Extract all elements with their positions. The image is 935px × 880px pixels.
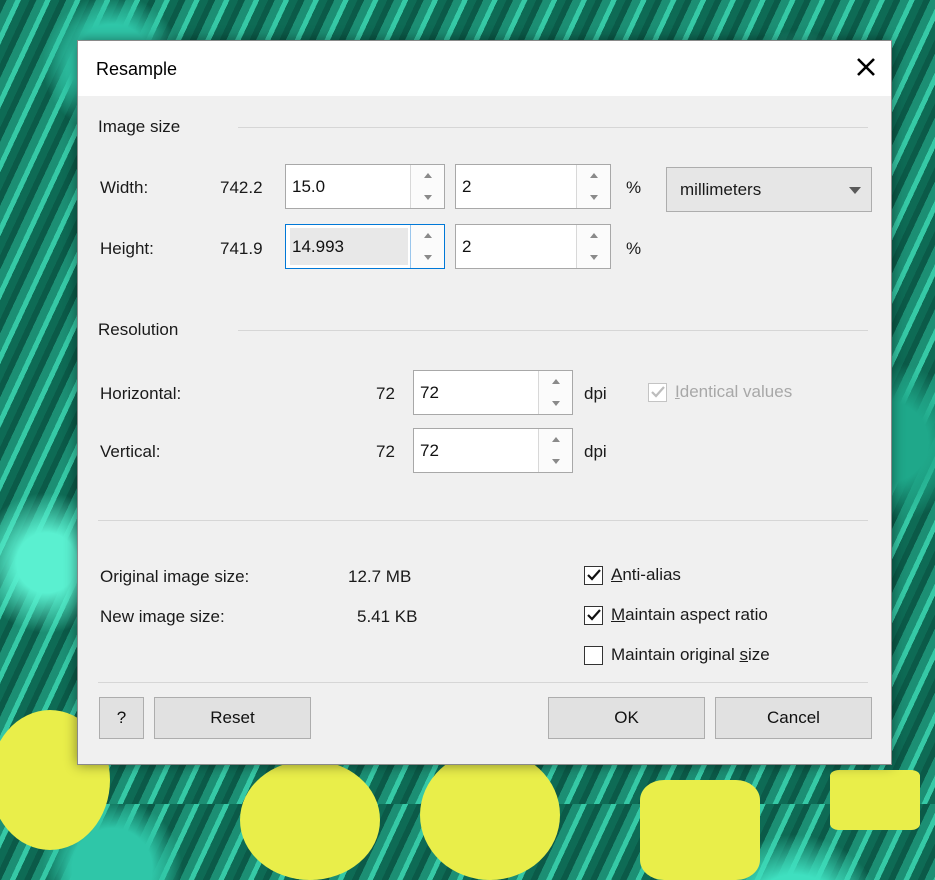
width-percent-decrement-button[interactable] xyxy=(577,187,610,209)
vertical-dpi-unit: dpi xyxy=(584,442,607,461)
chevron-up-icon xyxy=(423,233,432,239)
chevron-up-icon xyxy=(551,437,560,443)
vertical-increment-button[interactable] xyxy=(539,429,572,451)
close-button[interactable] xyxy=(843,45,889,89)
background-yellow-shape xyxy=(420,750,560,880)
resample-dialog: Resample Image size Width: 742.2 15.0 2 … xyxy=(77,40,892,765)
resolution-divider xyxy=(238,330,868,331)
cancel-button[interactable]: Cancel xyxy=(715,697,872,739)
width-label: Width: xyxy=(100,178,149,197)
checkmark-icon xyxy=(650,386,665,398)
width-percent-spin-buttons xyxy=(576,165,610,208)
chevron-down-icon xyxy=(551,400,560,406)
width-decrement-button[interactable] xyxy=(411,187,444,209)
height-input[interactable] xyxy=(286,225,408,268)
help-button[interactable]: ? xyxy=(99,697,144,739)
vertical-dpi-input[interactable] xyxy=(414,429,536,472)
checkmark-icon xyxy=(586,569,601,581)
horizontal-dpi-input[interactable] xyxy=(414,371,536,414)
width-original-value: 742.2 xyxy=(220,178,263,197)
horizontal-decrement-button[interactable] xyxy=(539,393,572,415)
identical-values-checkbox[interactable]: Identical values xyxy=(648,382,792,402)
chevron-up-icon xyxy=(589,233,598,239)
horizontal-increment-button[interactable] xyxy=(539,371,572,393)
ok-button[interactable]: OK xyxy=(548,697,705,739)
title-bar: Resample xyxy=(78,41,891,96)
height-percent-unit: % xyxy=(626,239,642,258)
height-percent-spinbox[interactable] xyxy=(455,224,611,269)
height-original-value: 741.9 xyxy=(220,239,263,258)
reset-button[interactable]: Reset xyxy=(154,697,311,739)
identical-values-box xyxy=(648,382,667,402)
chevron-down-icon xyxy=(589,254,598,260)
image-size-divider xyxy=(238,127,868,128)
chevron-up-icon xyxy=(551,379,560,385)
width-percent-spinbox[interactable] xyxy=(455,164,611,209)
resolution-section-label: Resolution xyxy=(98,320,179,339)
anti-alias-box xyxy=(584,565,603,585)
height-spin-buttons xyxy=(410,225,444,268)
width-percent-unit: % xyxy=(626,178,642,197)
dropdown-arrow-icon xyxy=(849,187,861,194)
background-yellow-shape xyxy=(240,760,380,880)
horizontal-label: Horizontal: xyxy=(100,384,182,403)
vertical-label: Vertical: xyxy=(100,442,161,461)
maintain-original-size-checkbox[interactable]: Maintain original size xyxy=(584,645,770,665)
original-size-value: 12.7 MB xyxy=(348,567,412,586)
horizontal-dpi-unit: dpi xyxy=(584,384,607,403)
chevron-up-icon xyxy=(423,173,432,179)
maintain-aspect-ratio-checkbox[interactable]: Maintain aspect ratio xyxy=(584,605,768,625)
width-percent-increment-button[interactable] xyxy=(577,165,610,187)
maintain-aspect-ratio-label: Maintain aspect ratio xyxy=(611,605,768,624)
width-spin-buttons xyxy=(410,165,444,208)
checkmark-icon xyxy=(586,609,601,621)
height-percent-decrement-button[interactable] xyxy=(577,247,610,269)
width-spinbox[interactable] xyxy=(285,164,445,209)
horizontal-original-value: 72 xyxy=(376,384,395,403)
height-decrement-button[interactable] xyxy=(411,247,444,269)
width-input[interactable] xyxy=(286,165,408,208)
new-size-label: New image size: xyxy=(100,607,225,626)
units-dropdown-value: millimeters xyxy=(680,179,762,199)
chevron-down-icon xyxy=(589,194,598,200)
maintain-original-size-box xyxy=(584,645,603,665)
buttons-divider xyxy=(98,682,868,683)
maintain-aspect-ratio-box xyxy=(584,605,603,625)
height-increment-button[interactable] xyxy=(411,225,444,247)
units-dropdown[interactable]: millimeters xyxy=(666,167,872,212)
width-percent-input[interactable] xyxy=(456,165,574,208)
original-size-label: Original image size: xyxy=(100,567,250,586)
height-spinbox[interactable] xyxy=(285,224,445,269)
horizontal-spin-buttons xyxy=(538,371,572,414)
vertical-original-value: 72 xyxy=(376,442,395,461)
height-percent-input[interactable] xyxy=(456,225,574,268)
image-size-section-label: Image size xyxy=(98,117,181,136)
width-increment-button[interactable] xyxy=(411,165,444,187)
chevron-down-icon xyxy=(423,194,432,200)
chevron-up-icon xyxy=(589,173,598,179)
chevron-down-icon xyxy=(551,458,560,464)
background-yellow-shape xyxy=(640,780,760,880)
background-yellow-shape xyxy=(830,770,920,830)
vertical-decrement-button[interactable] xyxy=(539,451,572,473)
horizontal-dpi-spinbox[interactable] xyxy=(413,370,573,415)
height-label: Height: xyxy=(100,239,154,258)
identical-values-label: Identical values xyxy=(675,382,793,401)
summary-divider xyxy=(98,520,868,521)
vertical-spin-buttons xyxy=(538,429,572,472)
height-percent-increment-button[interactable] xyxy=(577,225,610,247)
dialog-title: Resample xyxy=(96,59,178,79)
maintain-original-size-label: Maintain original size xyxy=(611,645,770,664)
anti-alias-label: Anti-alias xyxy=(611,565,681,584)
new-size-value: 5.41 KB xyxy=(357,607,418,626)
anti-alias-checkbox[interactable]: Anti-alias xyxy=(584,565,681,585)
height-percent-spin-buttons xyxy=(576,225,610,268)
vertical-dpi-spinbox[interactable] xyxy=(413,428,573,473)
close-icon xyxy=(857,58,875,76)
chevron-down-icon xyxy=(423,254,432,260)
